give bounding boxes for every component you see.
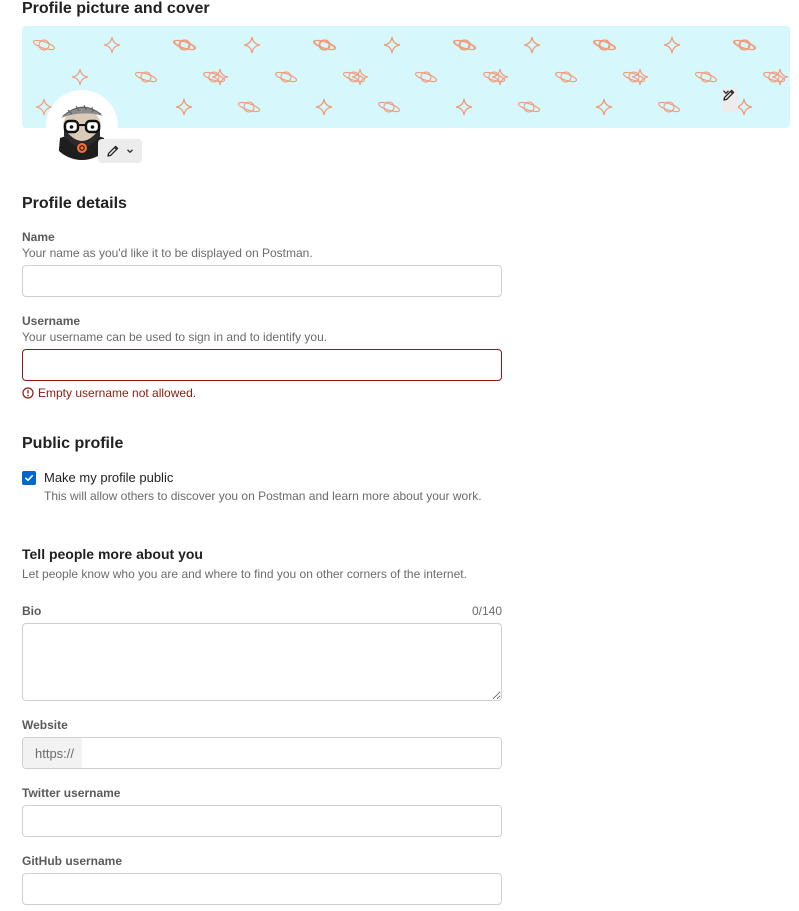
public-profile-label[interactable]: Make my profile public (44, 470, 173, 485)
planet-icon (237, 101, 261, 113)
sparkle-icon (523, 36, 541, 54)
sparkle-icon (455, 98, 473, 116)
planet-icon (377, 101, 401, 113)
github-input[interactable] (22, 873, 502, 905)
planet-icon (32, 39, 56, 51)
planet-icon (694, 71, 718, 83)
public-profile-description: This will allow others to discover you o… (44, 489, 482, 503)
cover-image (22, 26, 790, 128)
twitter-input[interactable] (22, 805, 502, 837)
sparkle-icon (71, 68, 89, 86)
bio-label: Bio (22, 604, 42, 618)
more-about-title: Tell people more about you (22, 546, 203, 562)
sparkle-icon (243, 36, 261, 54)
bio-textarea[interactable] (22, 623, 502, 701)
name-helper: Your name as you'd like it to be display… (22, 246, 313, 260)
sparkle-icon (315, 98, 333, 116)
check-icon (25, 474, 34, 482)
twitter-label: Twitter username (22, 786, 121, 800)
planet-icon (452, 39, 476, 51)
website-input[interactable] (82, 738, 501, 768)
planet-icon (274, 71, 298, 83)
sparkle-icon (491, 68, 509, 86)
planet-icon (172, 39, 196, 51)
cover-section-title: Profile picture and cover (22, 0, 210, 17)
profile-details-title: Profile details (22, 195, 127, 212)
sparkle-icon (735, 98, 753, 116)
sparkle-icon (103, 36, 121, 54)
chevron-down-icon (127, 149, 133, 154)
website-field[interactable]: https:// (22, 737, 502, 769)
planet-icon (554, 71, 578, 83)
username-error-text: Empty username not allowed. (38, 386, 197, 400)
username-label: Username (22, 314, 81, 328)
planet-icon (517, 101, 541, 113)
website-prefix: https:// (23, 738, 83, 768)
sparkle-icon (175, 98, 193, 116)
avatar-edit-button[interactable] (98, 139, 142, 163)
sparkle-icon (211, 68, 229, 86)
name-input[interactable] (22, 265, 502, 297)
sparkle-icon (383, 36, 401, 54)
sparkle-icon (595, 98, 613, 116)
public-profile-checkbox[interactable] (22, 471, 36, 485)
planet-icon (732, 39, 756, 51)
chevron-down-icon (723, 90, 729, 95)
error-circle-icon (22, 387, 34, 399)
username-input[interactable] (22, 349, 502, 381)
username-helper: Your username can be used to sign in and… (22, 330, 328, 344)
planet-icon (592, 39, 616, 51)
cover-edit-button[interactable] (722, 88, 738, 112)
sparkle-icon (631, 68, 649, 86)
sparkle-icon (351, 68, 369, 86)
website-label: Website (22, 718, 68, 732)
planet-icon (414, 71, 438, 83)
sparkle-icon (771, 68, 789, 86)
more-about-description: Let people know who you are and where to… (22, 567, 467, 581)
github-label: GitHub username (22, 854, 123, 868)
cover-pattern (32, 36, 789, 116)
planet-icon (312, 39, 336, 51)
name-label: Name (22, 230, 55, 244)
planet-icon (134, 71, 158, 83)
bio-counter: 0/140 (471, 604, 502, 618)
pencil-icon (107, 145, 119, 157)
username-error: Empty username not allowed. (22, 386, 196, 400)
sparkle-icon (663, 36, 681, 54)
public-profile-title: Public profile (22, 435, 124, 452)
planet-icon (657, 101, 681, 113)
